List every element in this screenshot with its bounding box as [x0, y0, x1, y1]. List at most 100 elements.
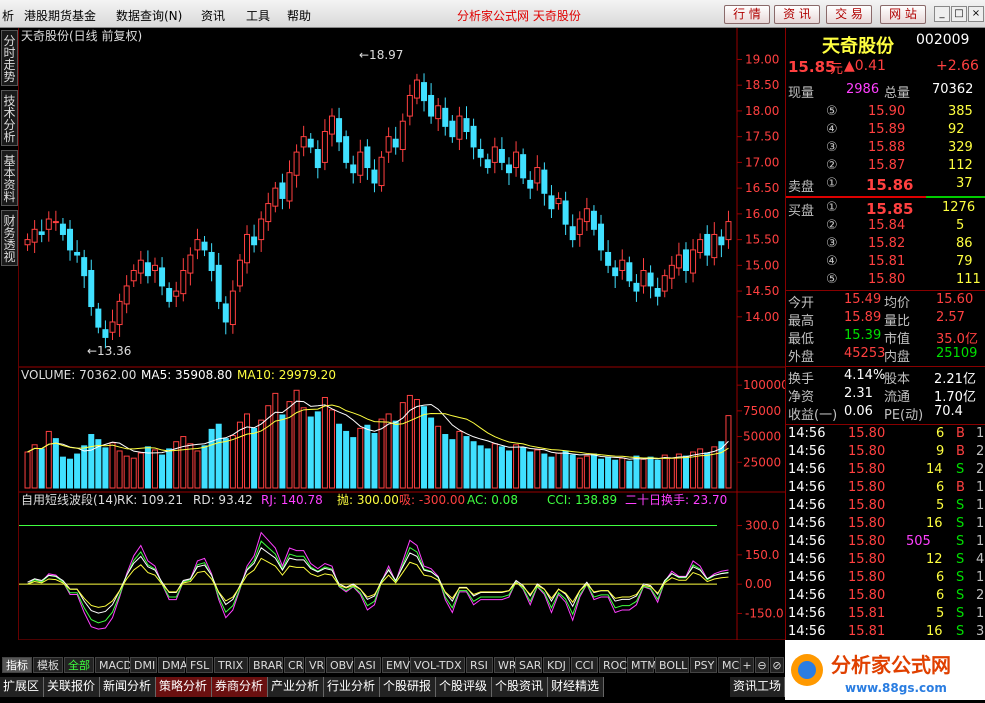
top-button-3[interactable]: 网 站: [880, 5, 926, 24]
indicator-tab-15[interactable]: RSI: [466, 657, 493, 673]
candle-body: [343, 136, 350, 163]
tick-row-6-c0: 14:56: [788, 534, 826, 549]
indicator-tab-11[interactable]: OBV: [326, 657, 353, 673]
candle-body: [590, 210, 597, 230]
volume-row-c3: 70362: [932, 82, 974, 97]
bid-row-4: ④ 15.81 79: [786, 254, 985, 272]
side-tab-2[interactable]: 基本资料: [1, 150, 18, 206]
footer-tab-3[interactable]: 策略分析: [156, 677, 212, 697]
candle-body: [293, 151, 300, 176]
side-tab-0[interactable]: 分时走势: [1, 30, 18, 86]
menu-item-4[interactable]: 工具: [246, 7, 270, 24]
candle-body: [470, 125, 477, 148]
volume-bar: [293, 389, 300, 489]
candle-body: [321, 131, 328, 163]
tick-row-2-c2: 14: [926, 462, 943, 477]
indicator-tab-14[interactable]: VOL-TDX: [410, 657, 465, 673]
side-tab-3[interactable]: 财务透视: [1, 210, 18, 266]
candle-body: [307, 138, 314, 148]
ask-row-2-c0: ③: [826, 140, 838, 155]
candle-body: [619, 259, 626, 271]
nav-control-1[interactable]: ⊖: [755, 657, 769, 673]
tick-row-11-c4: 3: [976, 624, 985, 639]
top-button-1[interactable]: 资 讯: [774, 5, 820, 24]
indicator-tab-7[interactable]: TRIX: [214, 657, 248, 673]
indicator-tab-3[interactable]: MACD: [95, 657, 132, 673]
footer-tab-1[interactable]: 关联报价: [44, 677, 100, 697]
volume-bar: [236, 421, 243, 489]
footer-tab-0[interactable]: 扩展区: [0, 677, 44, 697]
ind-label-3: -150.0: [745, 606, 784, 620]
indicator-tab-5[interactable]: DMA: [158, 657, 188, 673]
volume-bar: [286, 401, 293, 489]
indicator-tab-10[interactable]: VR: [305, 657, 325, 673]
side-tab-1[interactable]: 技术分析: [1, 90, 18, 146]
stock-header-c0: 天奇股份: [822, 36, 894, 57]
footer-tab-8[interactable]: 个股评级: [436, 677, 492, 697]
footer-tab-7[interactable]: 个股研报: [380, 677, 436, 697]
volume-bar: [38, 448, 45, 489]
maximize-icon[interactable]: □: [951, 6, 967, 22]
indicator-tab-13[interactable]: EMV: [382, 657, 410, 673]
ask-row-1: ④ 15.89 92: [786, 122, 985, 140]
candle-body: [498, 149, 505, 163]
indicator-tab-16[interactable]: WR: [494, 657, 517, 673]
indicator-tab-1[interactable]: 模板: [33, 657, 63, 673]
tick-row-9: 14:56 15.80 6 S 2: [786, 588, 985, 606]
indicator-tab-17[interactable]: SAR: [515, 657, 542, 673]
top-button-0[interactable]: 行 情: [724, 5, 770, 24]
volume-bar: [513, 444, 520, 489]
indicator-tab-0[interactable]: 指标: [2, 657, 32, 673]
bid-row-3-c2: 86: [956, 236, 973, 251]
menu-item-1[interactable]: 港股期货基金: [24, 7, 96, 24]
footer-tab-6[interactable]: 行业分析: [324, 677, 380, 697]
top-button-2[interactable]: 交 易: [826, 5, 872, 24]
footer-tab-5[interactable]: 产业分析: [268, 677, 324, 697]
volume-bar: [81, 445, 88, 489]
minimize-icon[interactable]: _: [934, 6, 950, 22]
footer-tab-10[interactable]: 财经精选: [548, 677, 604, 697]
indicator-tab-12[interactable]: ASI: [354, 657, 381, 673]
tick-row-1-c4: 2: [976, 444, 985, 459]
chart-area[interactable]: 天奇股份(日线 前复权) 19.00 18.50 18.00 17.50 17.00 16.…: [19, 28, 785, 640]
close-icon[interactable]: ×: [968, 6, 984, 22]
indicator-tab-21[interactable]: MTM: [627, 657, 657, 673]
footer-tab-4[interactable]: 券商分析: [212, 677, 268, 697]
ind-header-rd: RD: 93.42: [193, 493, 253, 507]
indicator-tab-19[interactable]: CCI: [571, 657, 598, 673]
candle-body: [633, 282, 640, 292]
indicator-tab-18[interactable]: KDJ: [543, 657, 570, 673]
indicator-tab-20[interactable]: ROC: [599, 657, 627, 673]
nav-control-2[interactable]: ⊘: [770, 657, 784, 673]
candle-body: [647, 272, 654, 287]
bid-row-3-c1: 15.82: [868, 236, 906, 251]
indicator-tab-2[interactable]: 全部: [64, 657, 94, 673]
volume-bar: [31, 444, 38, 489]
indicator-tab-8[interactable]: BRAR: [249, 657, 283, 673]
menu-item-3[interactable]: 资讯: [201, 7, 225, 24]
volume-bar: [633, 455, 640, 489]
price-label-8: 15.00: [745, 258, 779, 272]
footer-tab-9[interactable]: 个股资讯: [492, 677, 548, 697]
vol-label-2: 50000: [743, 430, 781, 444]
indicator-tab-22[interactable]: BOLL: [655, 657, 689, 673]
indicator-tab-9[interactable]: CR: [284, 657, 304, 673]
menu-item-0[interactable]: 析: [2, 7, 14, 24]
kline-chart[interactable]: 天奇股份(日线 前复权) 19.00 18.50 18.00 17.50 17.00 16.…: [19, 28, 785, 640]
tick-row-5-c0: 14:56: [788, 516, 826, 531]
menu-item-2[interactable]: 数据查询(N): [116, 7, 182, 24]
nav-control-0[interactable]: +: [740, 657, 754, 673]
indicator-tab-6[interactable]: FSL: [186, 657, 213, 673]
menu-item-5[interactable]: 帮助: [287, 7, 311, 24]
volume-bar: [725, 415, 732, 489]
volume-bar: [343, 430, 350, 489]
indicator-tab-23[interactable]: PSY: [690, 657, 717, 673]
volume-bar: [229, 435, 236, 489]
stat-row-0-c0: 今开: [788, 296, 815, 311]
tick-row-10-c0: 14:56: [788, 606, 826, 621]
footer-right-tab[interactable]: 资讯工场: [730, 677, 785, 697]
volume-bar: [428, 417, 435, 489]
indicator-tab-4[interactable]: DMI: [130, 657, 157, 673]
volume-bar: [413, 399, 420, 489]
footer-tab-2[interactable]: 新闻分析: [100, 677, 156, 697]
